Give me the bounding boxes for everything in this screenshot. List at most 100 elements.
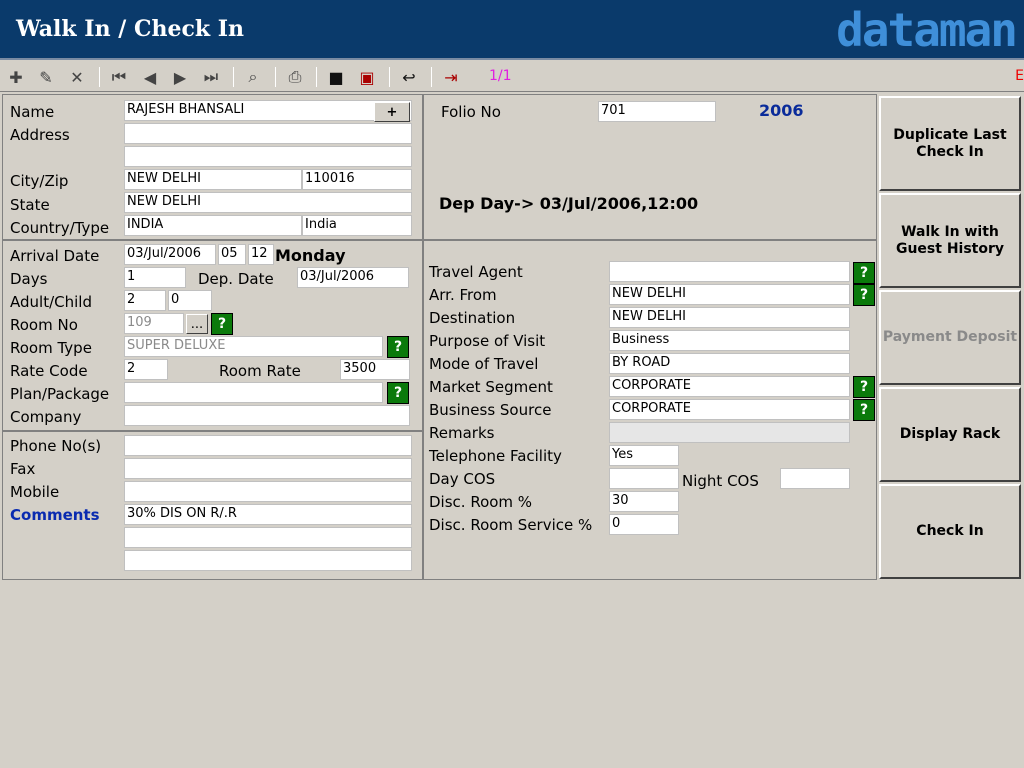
folio-no-label: Folio No [441, 103, 501, 121]
travel-agent-label: Travel Agent [429, 263, 523, 281]
remarks-label: Remarks [429, 424, 495, 442]
market-segment-label: Market Segment [429, 378, 553, 396]
arr-from-help-icon[interactable]: ? [853, 284, 875, 306]
fax-label: Fax [10, 460, 36, 478]
rate-code-field[interactable]: 2 [124, 359, 168, 380]
address-line1-field[interactable] [124, 123, 412, 144]
arrival-date-field[interactable]: 03/Jul/2006 [124, 244, 216, 265]
room-no-field[interactable]: 109 [124, 313, 184, 334]
comments-line2-field[interactable] [124, 527, 412, 548]
check-in-button[interactable]: Check In [879, 484, 1021, 579]
rate-code-label: Rate Code [10, 362, 88, 380]
departure-day-text: Dep Day-> 03/Jul/2006,12:00 [439, 194, 699, 213]
mobile-label: Mobile [10, 483, 60, 501]
edit-icon[interactable]: ✎ [35, 66, 57, 88]
telephone-facility-field[interactable]: Yes [609, 445, 679, 466]
city-zip-label: City/Zip [10, 172, 69, 190]
visit-panel: Travel Agent ? Arr. From NEW DELHI ? Des… [423, 240, 877, 580]
dataman-logo: dataman [836, 3, 1018, 57]
mobile-field[interactable] [124, 481, 412, 502]
type-field[interactable]: India [302, 215, 412, 236]
mode-of-travel-field[interactable]: BY ROAD [609, 353, 850, 374]
payment-deposit-button[interactable]: Payment Deposit [879, 290, 1021, 385]
undo-icon[interactable]: ↩ [398, 66, 420, 88]
city-field[interactable]: NEW DELHI [124, 169, 302, 190]
market-segment-help-icon[interactable]: ? [853, 376, 875, 398]
destination-label: Destination [429, 309, 516, 327]
room-rate-field[interactable]: 3500 [340, 359, 410, 380]
disc-room-field[interactable]: 30 [609, 491, 679, 512]
plan-package-field[interactable] [124, 382, 383, 403]
night-cos-field[interactable] [780, 468, 850, 489]
print-icon[interactable]: ⎙ [284, 66, 306, 88]
guest-panel: Name RAJESH BHANSALI + Address City/Zip … [2, 94, 423, 240]
mode-of-travel-label: Mode of Travel [429, 355, 539, 373]
dep-date-field[interactable]: 03/Jul/2006 [297, 267, 409, 288]
day-cos-field[interactable] [609, 468, 679, 489]
plan-help-icon[interactable]: ? [387, 382, 409, 404]
zip-field[interactable]: 110016 [302, 169, 412, 190]
arr-from-field[interactable]: NEW DELHI [609, 284, 850, 305]
arrival-date-label: Arrival Date [10, 247, 100, 265]
next-record-icon[interactable]: ▶ [169, 66, 191, 88]
arrival-weekday: Monday [275, 246, 346, 265]
business-source-help-icon[interactable]: ? [853, 399, 875, 421]
remarks-field[interactable] [609, 422, 850, 443]
comments-label: Comments [10, 506, 100, 524]
exit-icon[interactable]: ⇥ [440, 66, 462, 88]
business-source-field[interactable]: CORPORATE [609, 399, 850, 420]
duplicate-last-check-in-button[interactable]: Duplicate Last Check In [879, 96, 1021, 191]
address-line2-field[interactable] [124, 146, 412, 167]
market-segment-field[interactable]: CORPORATE [609, 376, 850, 397]
cancel-save-icon[interactable]: ▣ [356, 66, 378, 88]
name-label: Name [10, 103, 55, 121]
dep-date-label: Dep. Date [198, 270, 274, 288]
room-type-help-icon[interactable]: ? [387, 336, 409, 358]
folio-no-field[interactable]: 701 [598, 101, 716, 122]
folio-panel: Folio No 701 2006 Dep Day-> 03/Jul/2006,… [423, 94, 877, 240]
arrival-minute-field[interactable]: 12 [248, 244, 274, 265]
business-source-label: Business Source [429, 401, 552, 419]
purpose-field[interactable]: Business [609, 330, 850, 351]
truncated-status-text: E [1015, 68, 1024, 84]
walk-in-with-guest-history-button[interactable]: Walk In with Guest History [879, 193, 1021, 288]
first-record-icon[interactable]: ⏮ [108, 66, 130, 88]
comments-line3-field[interactable] [124, 550, 412, 571]
previous-record-icon[interactable]: ◀ [139, 66, 161, 88]
destination-field[interactable]: NEW DELHI [609, 307, 850, 328]
state-label: State [10, 196, 50, 214]
add-guest-button[interactable]: + [374, 102, 410, 122]
company-field[interactable] [124, 405, 410, 426]
delete-icon[interactable]: ✕ [66, 66, 88, 88]
record-position: 1/1 [489, 68, 512, 84]
children-field[interactable]: 0 [168, 290, 212, 311]
display-rack-button[interactable]: Display Rack [879, 387, 1021, 482]
stay-panel: Arrival Date 03/Jul/2006 05 12 Monday Da… [2, 240, 423, 431]
country-type-label: Country/Type [10, 219, 110, 237]
room-no-help-icon[interactable]: ? [211, 313, 233, 335]
phone-field[interactable] [124, 435, 412, 456]
state-field[interactable]: NEW DELHI [124, 192, 412, 213]
address-label: Address [10, 126, 70, 144]
disc-room-service-field[interactable]: 0 [609, 514, 679, 535]
add-icon[interactable]: ✚ [5, 66, 27, 88]
adults-field[interactable]: 2 [124, 290, 166, 311]
days-label: Days [10, 270, 48, 288]
find-icon[interactable]: ⌕ [242, 66, 264, 88]
travel-agent-help-icon[interactable]: ? [853, 262, 875, 284]
save-icon[interactable]: ■ [325, 66, 347, 88]
name-field[interactable]: RAJESH BHANSALI [124, 100, 412, 121]
days-field[interactable]: 1 [124, 267, 186, 288]
arrival-hour-field[interactable]: 05 [218, 244, 246, 265]
day-cos-label: Day COS [429, 470, 496, 488]
country-field[interactable]: INDIA [124, 215, 302, 236]
last-record-icon[interactable]: ⏭ [200, 66, 222, 88]
travel-agent-field[interactable] [609, 261, 850, 282]
room-browse-button[interactable]: ... [186, 314, 208, 334]
comments-line1-field[interactable]: 30% DIS ON R/.R [124, 504, 412, 525]
room-type-field[interactable]: SUPER DELUXE [124, 336, 383, 357]
disc-room-service-label: Disc. Room Service % [429, 516, 593, 534]
contact-panel: Phone No(s) Fax Mobile Comments 30% DIS … [2, 431, 423, 580]
room-type-label: Room Type [10, 339, 92, 357]
fax-field[interactable] [124, 458, 412, 479]
